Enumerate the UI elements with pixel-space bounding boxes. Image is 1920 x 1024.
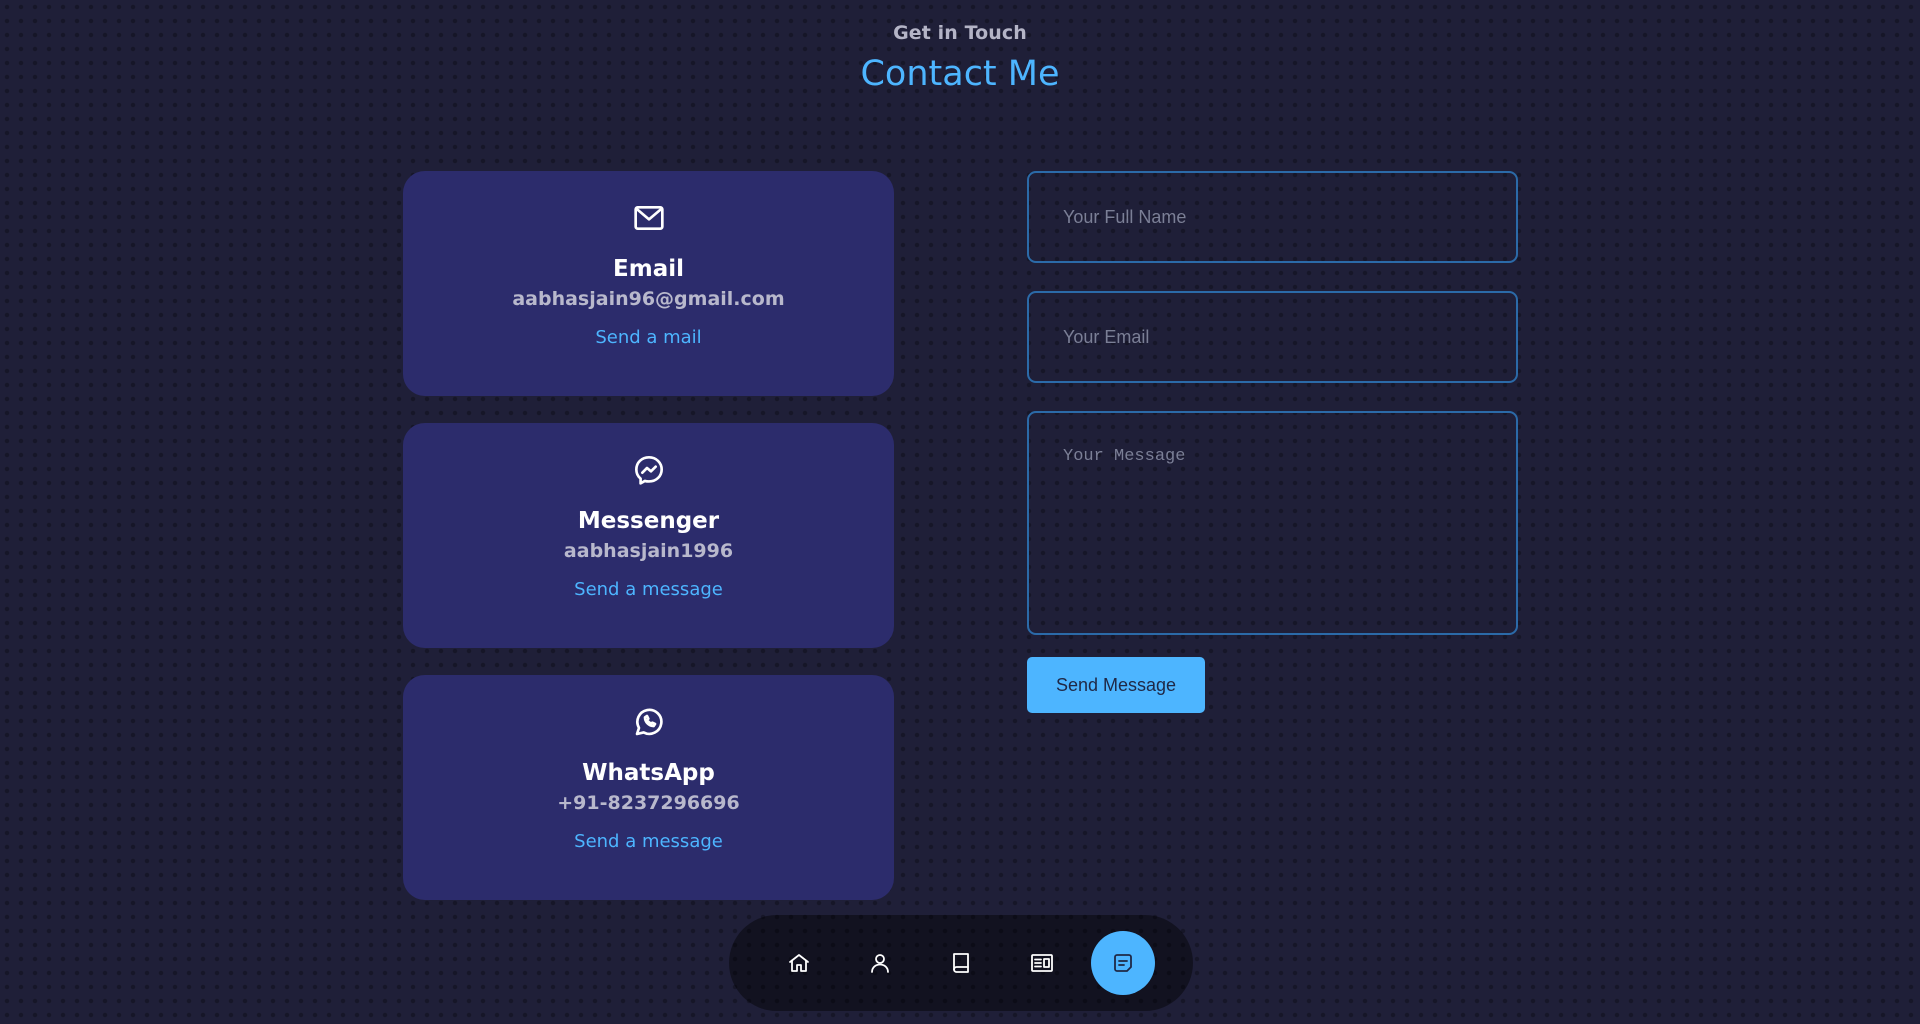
mail-icon (404, 202, 893, 234)
send-mail-link[interactable]: Send a mail (595, 327, 701, 348)
whatsapp-icon (404, 706, 893, 738)
message-textarea[interactable] (1027, 411, 1518, 635)
section-subtitle: Get in Touch (893, 22, 1027, 44)
full-name-input[interactable] (1027, 171, 1518, 263)
contact-card-messenger: Messenger aabhasjain1996 Send a message (403, 423, 894, 648)
contact-card-value: aabhasjain1996 (563, 540, 734, 562)
user-icon (871, 954, 889, 973)
contact-form: Send Message (1027, 171, 1518, 713)
message-icon (1114, 954, 1132, 972)
send-message-button[interactable]: Send Message (1027, 657, 1205, 713)
messenger-icon (404, 454, 893, 486)
contact-card-title: WhatsApp (582, 760, 715, 786)
page-title: Contact Me (860, 54, 1060, 94)
contact-card-value: aabhasjain96@gmail.com (512, 288, 785, 310)
contact-card-whatsapp: WhatsApp +91-8237296696 Send a message (403, 675, 894, 900)
nav-services[interactable] (1010, 931, 1074, 995)
email-input[interactable] (1027, 291, 1518, 383)
services-icon (1031, 954, 1053, 972)
nav-home[interactable] (767, 931, 831, 995)
section-header: Get in Touch Contact Me (0, 22, 1920, 94)
nav-contact[interactable] (1091, 931, 1155, 995)
contact-options: Email aabhasjain96@gmail.com Send a mail… (403, 171, 894, 927)
nav-about[interactable] (848, 931, 912, 995)
send-messenger-link[interactable]: Send a message (574, 579, 723, 600)
home-icon (789, 954, 809, 972)
contact-card-value: +91-8237296696 (557, 792, 740, 814)
book-icon (953, 953, 969, 973)
contact-card-email: Email aabhasjain96@gmail.com Send a mail (403, 171, 894, 396)
bottom-nav (729, 915, 1193, 1011)
contact-card-title: Messenger (577, 508, 720, 534)
send-whatsapp-link[interactable]: Send a message (574, 831, 723, 852)
contact-card-title: Email (613, 256, 684, 282)
nav-experience[interactable] (929, 931, 993, 995)
